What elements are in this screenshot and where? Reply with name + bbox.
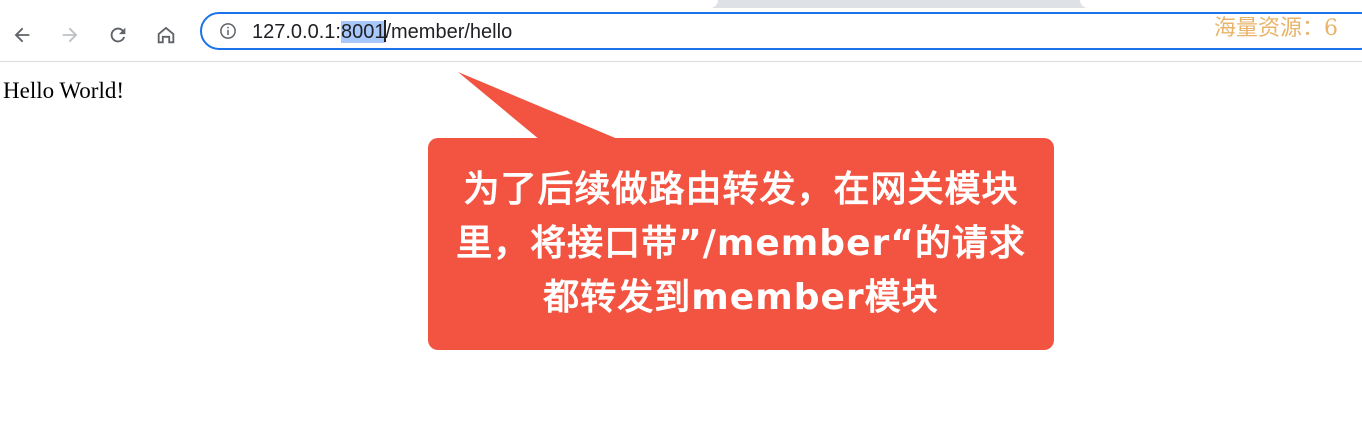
- callout-text: 为了后续做路由转发，在网关模块里，将接口带”/member“的请求都转发到mem…: [456, 169, 1026, 318]
- callout: 为了后续做路由转发，在网关模块里，将接口带”/member“的请求都转发到mem…: [428, 138, 1054, 350]
- callout-pointer: [458, 72, 620, 140]
